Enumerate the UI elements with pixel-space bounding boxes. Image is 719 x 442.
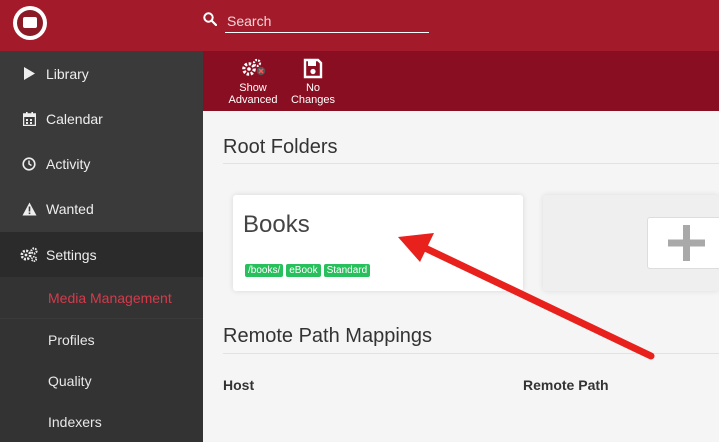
page-toolbar: Show Advanced No Changes — [203, 51, 719, 111]
divider — [223, 163, 719, 164]
search-icon — [203, 12, 217, 26]
gears-icon — [20, 247, 38, 262]
warning-icon — [20, 202, 38, 216]
main-content: Root Folders Books /books/ eBook Standar… — [203, 111, 719, 426]
sidebar-item-label: Library — [46, 65, 89, 82]
toolbar-label: Advanced — [228, 94, 278, 106]
calendar-icon — [20, 111, 38, 126]
sidebar-subitem-label: Quality — [48, 372, 92, 389]
gears-x-icon — [242, 58, 266, 76]
sidebar-item-library[interactable]: Library — [0, 51, 203, 96]
save-icon — [303, 58, 323, 79]
profile-badge: Standard — [323, 264, 371, 277]
sidebar-item-label: Settings — [46, 246, 97, 263]
toolbar-label: No — [305, 82, 321, 94]
sidebar-item-label: Activity — [46, 155, 91, 172]
play-icon — [20, 67, 38, 80]
add-root-folder-card — [543, 195, 719, 291]
sidebar-item-wanted[interactable]: Wanted — [0, 186, 203, 231]
sidebar-subitem-profiles[interactable]: Profiles — [0, 319, 203, 360]
path-badge: /books/ — [245, 264, 284, 277]
remote-path-mappings-title: Remote Path Mappings — [223, 325, 433, 347]
toolbar-label: Changes — [290, 94, 336, 106]
sidebar-subitem-quality[interactable]: Quality — [0, 360, 203, 401]
sidebar-item-activity[interactable]: Activity — [0, 141, 203, 186]
type-badge: eBook — [286, 264, 321, 277]
save-changes-button[interactable]: No Changes — [290, 58, 336, 106]
toolbar-label: Show — [239, 82, 267, 94]
search-input[interactable] — [225, 10, 429, 33]
sidebar-subitem-indexers[interactable]: Indexers — [0, 401, 203, 442]
divider — [223, 353, 719, 354]
sidebar-item-settings[interactable]: Settings — [0, 232, 203, 277]
add-root-folder-button[interactable] — [647, 217, 719, 269]
app-logo[interactable] — [13, 6, 47, 40]
show-advanced-button[interactable]: Show Advanced — [228, 58, 278, 106]
sidebar-subitem-label: Indexers — [48, 413, 102, 430]
sidebar: Library Calendar Activity Wanted Setting… — [0, 51, 203, 442]
column-header-remote-path: Remote Path — [523, 377, 609, 393]
root-folder-badges: /books/ eBook Standard — [245, 264, 371, 277]
plus-icon — [668, 225, 705, 261]
clock-icon — [20, 156, 38, 171]
root-folder-title: Books — [243, 211, 310, 238]
sidebar-subitem-media-management[interactable]: Media Management — [0, 277, 203, 318]
sidebar-item-label: Calendar — [46, 110, 103, 127]
root-folder-card[interactable]: Books /books/ eBook Standard — [233, 195, 523, 291]
sidebar-item-calendar[interactable]: Calendar — [0, 96, 203, 141]
sidebar-item-label: Wanted — [46, 200, 94, 217]
sidebar-subitem-label: Media Management — [48, 289, 172, 306]
book-logo-icon — [17, 10, 43, 36]
sidebar-subitem-label: Profiles — [48, 331, 95, 348]
root-folders-title: Root Folders — [223, 136, 338, 158]
top-bar — [0, 0, 719, 51]
column-header-host: Host — [223, 377, 255, 393]
